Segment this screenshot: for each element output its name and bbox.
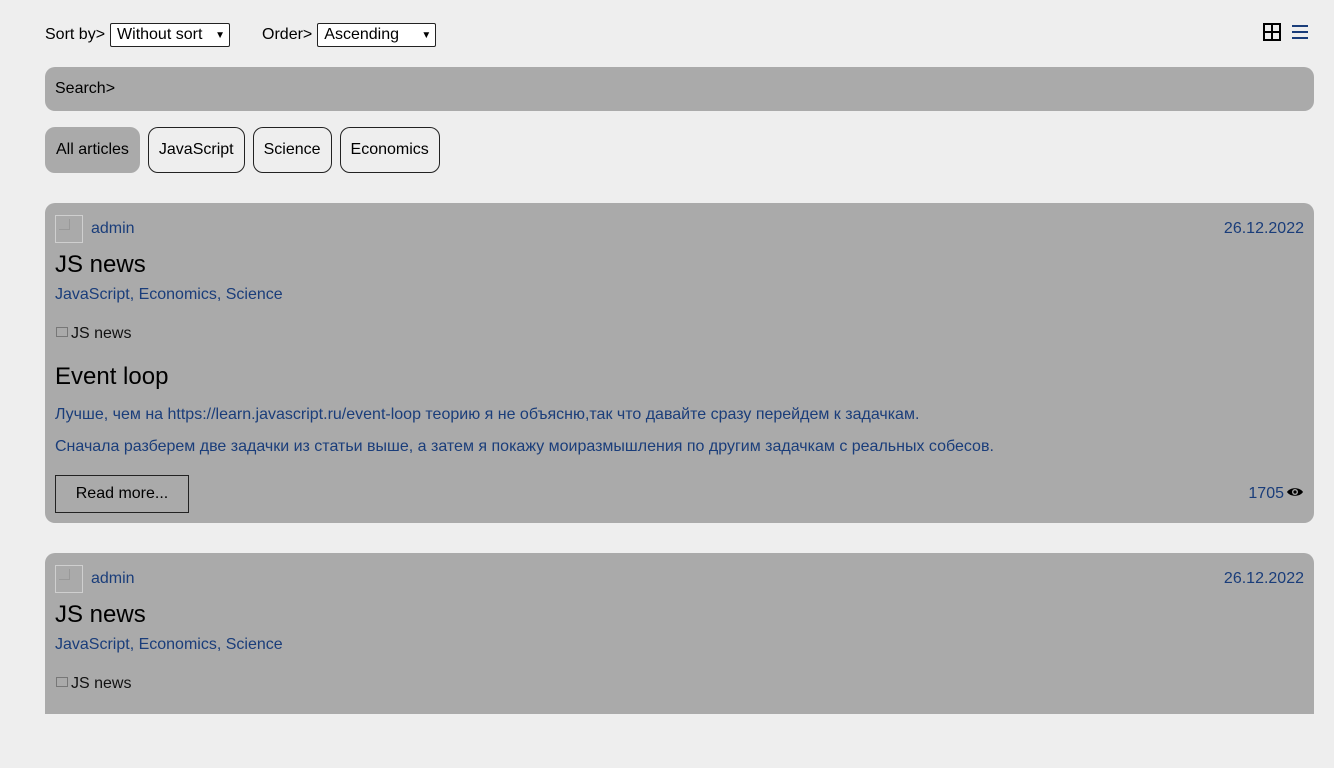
order-label: Order> [262, 26, 313, 43]
article-categories: JavaScript, Economics, Science [55, 636, 283, 653]
article-date: 26.12.2022 [1223, 570, 1304, 587]
article-image: JS news [55, 675, 131, 693]
avatar [55, 565, 83, 593]
article-image-alt: JS news [71, 675, 132, 692]
avatar [55, 215, 83, 243]
chevron-down-icon: ▼ [421, 29, 432, 41]
read-more-button[interactable]: Read more... [55, 475, 189, 513]
sort-toolbar: Sort by> Without sort ▼ Order> Ascending… [45, 22, 437, 48]
sort-select[interactable]: Without sort ▼ [110, 23, 231, 47]
tag-all-articles[interactable]: All articles [45, 127, 140, 173]
article-card: admin 26.12.2022 JS news JavaScript, Eco… [45, 553, 1314, 714]
article-block-title: Event loop [55, 363, 169, 390]
article-card: admin 26.12.2022 JS news JavaScript, Eco… [45, 203, 1314, 523]
article-paragraph: Сначала разберем две задачки из статьи в… [55, 438, 994, 455]
tag-economics[interactable]: Economics [339, 127, 440, 173]
category-filter: All articles JavaScript Science Economic… [45, 127, 440, 173]
author-link[interactable]: admin [91, 220, 135, 238]
view-count-value: 1705 [1248, 485, 1284, 502]
eye-icon [1284, 485, 1304, 503]
sort-label: Sort by> [45, 26, 106, 43]
article-title[interactable]: JS news [55, 251, 146, 279]
article-categories: JavaScript, Economics, Science [55, 286, 283, 303]
article-image: JS news [55, 325, 131, 343]
sort-select-value: Without sort [117, 26, 203, 43]
view-count: 1705 [1248, 485, 1304, 503]
chevron-down-icon: ▼ [215, 29, 226, 41]
article-title[interactable]: JS news [55, 601, 146, 629]
article-date: 26.12.2022 [1223, 220, 1304, 237]
search-input[interactable] [115, 67, 1314, 111]
order-select-value: Ascending [324, 26, 399, 43]
author-link[interactable]: admin [91, 570, 135, 588]
article-paragraph: Лучше, чем на https://learn.javascript.r… [55, 406, 920, 423]
article-header: admin 26.12.2022 [55, 564, 1304, 594]
grid-icon[interactable] [1263, 23, 1281, 41]
broken-image-icon [55, 676, 71, 692]
tag-javascript[interactable]: JavaScript [147, 127, 245, 173]
search-bar: Search> [45, 67, 1314, 111]
article-header: admin 26.12.2022 [55, 214, 1304, 244]
order-select[interactable]: Ascending ▼ [317, 23, 437, 47]
list-icon[interactable] [1291, 24, 1309, 40]
search-label: Search> [55, 80, 116, 97]
tag-science[interactable]: Science [252, 127, 332, 173]
article-image-alt: JS news [71, 325, 132, 342]
view-toggle [1263, 23, 1309, 41]
broken-image-icon [55, 326, 71, 342]
